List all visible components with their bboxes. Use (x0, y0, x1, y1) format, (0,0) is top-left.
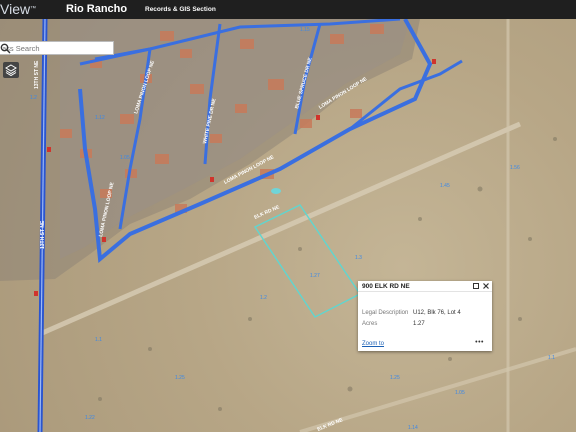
svg-text:1.27: 1.27 (310, 273, 320, 279)
layers-icon (5, 64, 17, 77)
pool (271, 188, 281, 194)
svg-text:1.2: 1.2 (260, 295, 267, 301)
svg-text:1.12: 1.12 (95, 115, 105, 121)
legal-description-value: U12, Blk 76, Lot 4 (413, 310, 461, 316)
map-layer: 1.2 1.12 1.05 1.15 1.45 1.56 1.3 1.27 1.2 1.25 1… (0, 19, 576, 432)
layers-button[interactable] (3, 62, 19, 78)
map-canvas[interactable]: 1.2 1.12 1.05 1.15 1.45 1.56 1.3 1.27 1.2 1.25 1… (0, 19, 576, 432)
svg-text:1.1: 1.1 (548, 355, 555, 361)
maximize-button[interactable] (472, 282, 480, 290)
legal-description-label: Legal Description (362, 310, 409, 316)
svg-text:1.25: 1.25 (390, 375, 400, 381)
popup-header: 900 ELK RD NE (358, 281, 492, 292)
acres-label: Acres (362, 321, 378, 327)
svg-text:1.05: 1.05 (455, 390, 465, 396)
street-label-7: ELK RD NE (253, 204, 281, 221)
close-icon (483, 283, 489, 289)
svg-text:1.25: 1.25 (175, 375, 185, 381)
svg-text:1.2: 1.2 (30, 95, 37, 101)
svg-text:1.22: 1.22 (85, 415, 95, 421)
svg-text:1.56: 1.56 (510, 165, 520, 171)
popup-title: 900 ELK RD NE (362, 283, 410, 290)
brand-name: iew (9, 1, 31, 17)
search-box (0, 41, 114, 55)
svg-text:1.05: 1.05 (120, 155, 130, 161)
street-label-9: 13TH ST NE (40, 220, 46, 249)
search-icon[interactable] (0, 43, 11, 54)
svg-text:1.14: 1.14 (408, 425, 418, 431)
brand-trademark: ™ (30, 6, 37, 12)
maximize-icon (473, 283, 479, 289)
app-logo[interactable]: View™ (0, 0, 36, 19)
brand-prefix: V (0, 1, 10, 17)
app-header: View™ Rio Rancho Records & GIS Section (0, 0, 576, 19)
selected-parcel-outline (253, 204, 362, 318)
section-title: Records & GIS Section (145, 6, 216, 13)
street-label-8: 13TH ST NE (34, 60, 40, 89)
parcel-popup: 900 ELK RD NE Legal Description U12, Blk… (358, 281, 492, 351)
zoom-to-link[interactable]: Zoom to (362, 341, 384, 347)
search-input[interactable] (2, 42, 96, 54)
acres-value: 1.27 (413, 321, 425, 327)
svg-text:1.45: 1.45 (440, 183, 450, 189)
close-button[interactable] (482, 282, 490, 290)
svg-text:1.15: 1.15 (300, 27, 310, 33)
more-options-button[interactable]: ••• (475, 339, 484, 346)
svg-text:1.1: 1.1 (95, 337, 102, 343)
city-title: Rio Rancho (66, 3, 128, 15)
svg-text:1.3: 1.3 (355, 255, 362, 261)
